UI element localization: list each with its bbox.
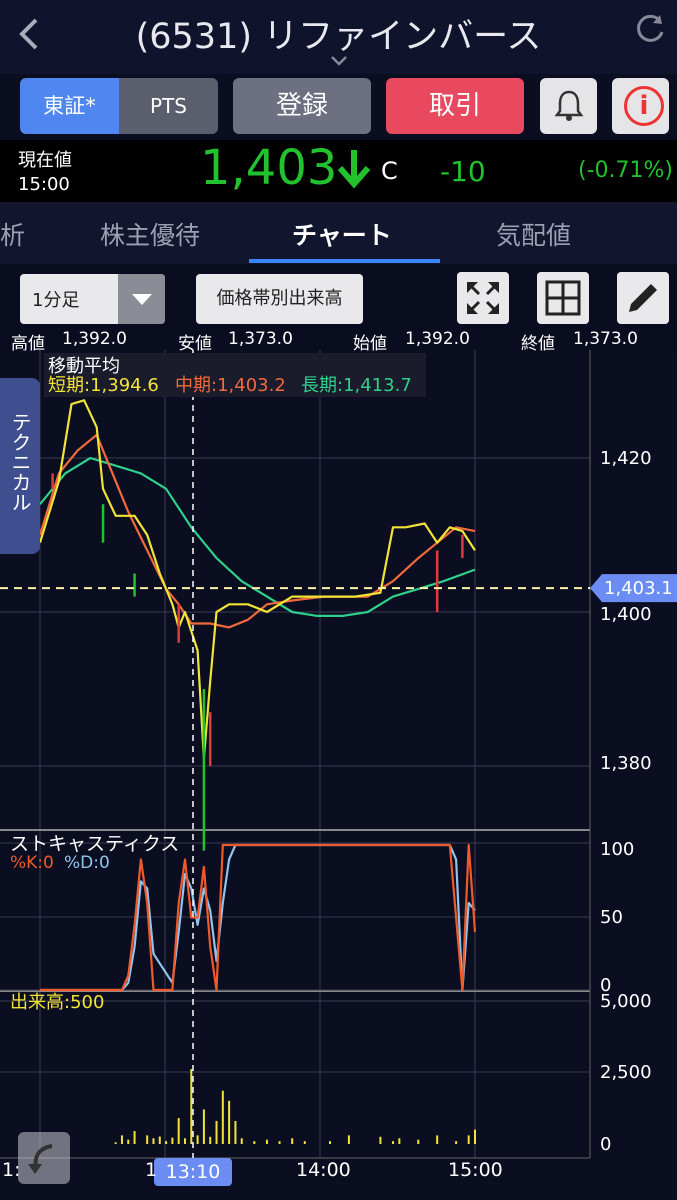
period-select-value: 1分足 [32, 290, 80, 311]
info-icon[interactable]: i [624, 86, 664, 126]
reset-zoom-icon[interactable] [18, 1132, 70, 1184]
chevron-down-icon[interactable] [330, 52, 348, 71]
low-value: 1,373.0 [228, 329, 293, 349]
chart-series [0, 350, 677, 1186]
crosshair-price-label: 1,403.1 [604, 578, 673, 599]
volume-tick-label: 2,500 [600, 1062, 652, 1083]
tab-quotes[interactable]: 気配値 [496, 216, 571, 252]
stoch-tick-label: 100 [600, 839, 634, 860]
chart-grid [0, 350, 591, 1159]
volume-tick-label: 0 [600, 1134, 611, 1155]
tab-shareholder-benefits[interactable]: 株主優待 [100, 216, 200, 252]
tab-analysis[interactable]: 析 [0, 216, 25, 252]
ma-legend-long: 長期:1,413.7 [301, 375, 412, 396]
stoch-k-legend: %K:0 [10, 853, 54, 873]
trade-button[interactable]: 取引 [386, 78, 524, 134]
refresh-icon[interactable] [630, 12, 670, 52]
ma-legend-short: 短期:1,394.6 [48, 375, 159, 396]
x-tick-label: 15:00 [448, 1159, 503, 1181]
price-tick-label: 1,400 [600, 604, 652, 625]
price-change-percent: (-0.71%) [578, 158, 673, 183]
ma-legend-title: 移動平均 [48, 356, 120, 377]
volume-title: 出来高:500 [10, 992, 104, 1013]
price-chart[interactable]: 1,4201,4001,3801005005,0002,50001,403.1移… [0, 350, 677, 1200]
market-tosho-button[interactable]: 東証* [20, 78, 119, 134]
register-button[interactable]: 登録 [233, 78, 371, 134]
long-ma-line [39, 456, 476, 617]
price-tick-label: 1,420 [600, 448, 652, 469]
pencil-icon[interactable] [617, 272, 669, 324]
mid-ma-line [38, 433, 476, 629]
high-value: 1,392.0 [62, 329, 127, 349]
technical-side-tab-label: テクニカル [8, 412, 32, 512]
tab-active-indicator [249, 259, 440, 263]
stoch-title: ストキャスティクス [10, 833, 179, 855]
bell-icon[interactable] [540, 78, 597, 134]
crosshair-time-label: 13:10 [166, 1161, 221, 1183]
volume-by-price-button[interactable]: 価格帯別出来高 [196, 274, 363, 324]
stoch-tick-label: 50 [600, 907, 623, 928]
ma-legend-mid: 中期:1,403.2 [175, 375, 286, 396]
caret-down-icon[interactable] [118, 274, 165, 324]
close-value: 1,373.0 [573, 329, 638, 349]
expand-icon[interactable] [457, 272, 509, 324]
price-change: -10 [440, 155, 486, 188]
current-price-label: 現在値 [18, 150, 72, 171]
grid-icon[interactable] [537, 272, 589, 324]
price-flag: C [381, 157, 398, 185]
quote-time: 15:00 [18, 174, 70, 195]
x-tick-label: 1 [145, 1159, 157, 1181]
volume-tick-label: 5,000 [600, 991, 652, 1012]
tab-chart[interactable]: チャート [292, 216, 392, 252]
stoch-d-legend: %D:0 [64, 853, 110, 873]
open-value: 1,392.0 [405, 329, 470, 349]
arrow-down-icon [334, 146, 374, 200]
market-pts-button[interactable]: PTS [119, 78, 218, 134]
current-price: 1,403 [200, 140, 338, 196]
price-tick-label: 1,380 [600, 753, 652, 774]
x-tick-label: 14:00 [296, 1159, 351, 1181]
back-icon[interactable] [14, 14, 48, 54]
